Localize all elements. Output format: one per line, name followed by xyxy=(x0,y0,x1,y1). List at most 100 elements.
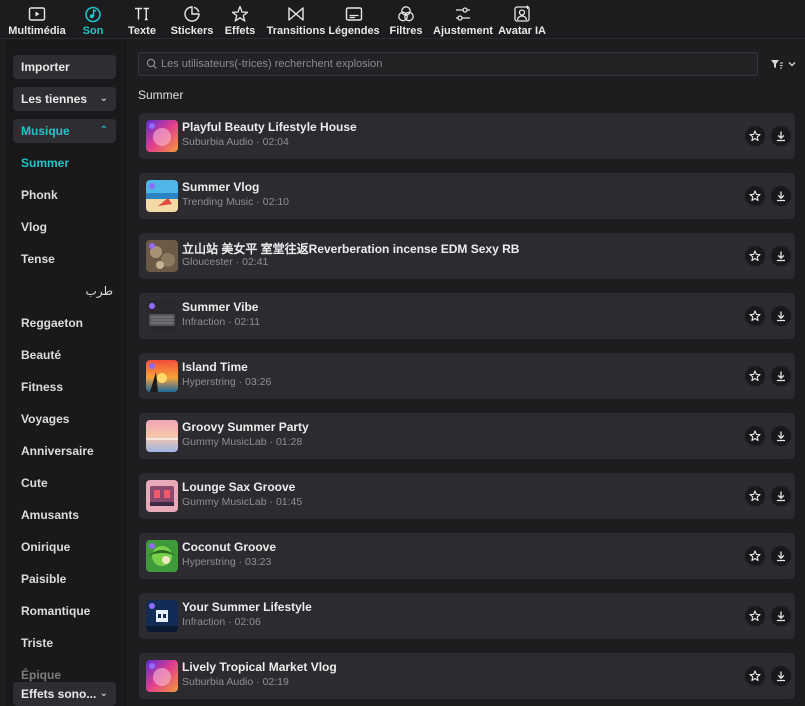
sidebar-item-vlog[interactable]: Vlog xyxy=(21,217,117,237)
favorite-button[interactable] xyxy=(745,246,765,266)
tab-avatar-ia[interactable]: Avatar IA xyxy=(498,0,546,38)
tab-label: Avatar IA xyxy=(498,25,546,37)
star-icon xyxy=(749,610,761,622)
filter-icon xyxy=(771,60,783,69)
track-artist: Suburbia Audio xyxy=(182,136,254,148)
meta-separator: · xyxy=(266,436,276,448)
track-cover xyxy=(146,660,178,692)
favorite-button[interactable] xyxy=(745,186,765,206)
import-button-label: Importer xyxy=(21,60,70,74)
tab-texte[interactable]: Texte xyxy=(126,0,158,38)
track-title: Summer Vlog xyxy=(182,180,260,194)
category-sidebar: Importer Les tiennes ⌄ Musique ⌃ Summer Ph… xyxy=(5,40,125,706)
track-row[interactable]: Lively Tropical Market Vlog Suburbia Aud… xyxy=(139,653,795,699)
favorite-button[interactable] xyxy=(745,666,765,686)
favorite-button[interactable] xyxy=(745,366,765,386)
track-title: Lounge Sax Groove xyxy=(182,480,296,494)
download-icon xyxy=(777,671,785,682)
meta-separator: · xyxy=(232,256,243,268)
sidebar-item-summer[interactable]: Summer xyxy=(21,153,117,173)
download-button[interactable] xyxy=(771,306,791,326)
tab-multimedia[interactable]: Multimédia xyxy=(8,0,66,38)
search-input[interactable] xyxy=(161,53,751,75)
track-row[interactable]: Groovy Summer Party Gummy MusicLab · 01:… xyxy=(139,413,795,459)
sidebar-item-romantique[interactable]: Romantique xyxy=(21,601,117,621)
download-icon xyxy=(777,371,785,382)
download-button[interactable] xyxy=(771,126,791,146)
sliders-icon xyxy=(456,7,470,21)
track-cover xyxy=(146,420,178,452)
filter-circles-icon xyxy=(398,6,414,22)
sidebar-item-fitness[interactable]: Fitness xyxy=(21,377,117,397)
tab-effets[interactable]: Effets xyxy=(224,0,256,38)
search-box[interactable] xyxy=(138,52,758,76)
download-button[interactable] xyxy=(771,606,791,626)
star-icon xyxy=(749,670,761,682)
sound-effects-dropdown[interactable]: Effets sono... ⌄ xyxy=(13,682,116,706)
star-icon xyxy=(749,550,761,562)
track-row[interactable]: Island Time Hyperstring · 03:26 xyxy=(139,353,795,399)
sidebar-item-cute[interactable]: Cute xyxy=(21,473,117,493)
download-button[interactable] xyxy=(771,666,791,686)
sidebar-item-phonk[interactable]: Phonk xyxy=(21,185,117,205)
favorite-button[interactable] xyxy=(745,426,765,446)
track-meta: Hyperstring · 03:23 xyxy=(182,556,271,568)
favorite-button[interactable] xyxy=(745,606,765,626)
tab-ajustement[interactable]: Ajustement xyxy=(433,0,493,38)
track-title: Coconut Groove xyxy=(182,540,277,554)
sidebar-item-beaute[interactable]: Beauté xyxy=(21,345,117,365)
download-button[interactable] xyxy=(771,426,791,446)
sidebar-item-amusants[interactable]: Amusants xyxy=(21,505,117,525)
sidebar-item-triste[interactable]: Triste xyxy=(21,633,117,653)
tab-transitions[interactable]: Transitions xyxy=(267,0,325,38)
sidebar-item-onirique[interactable]: Onirique xyxy=(21,537,117,557)
tab-filtres[interactable]: Filtres xyxy=(390,0,423,38)
import-button[interactable]: Importer xyxy=(13,55,116,79)
tab-legendes[interactable]: Légendes xyxy=(328,0,380,38)
sidebar-item-tense[interactable]: Tense xyxy=(21,249,117,269)
download-button[interactable] xyxy=(771,246,791,266)
sparkle-star-icon xyxy=(231,5,249,22)
yours-dropdown[interactable]: Les tiennes ⌄ xyxy=(13,87,116,111)
meta-separator: · xyxy=(266,496,276,508)
sidebar-item-tarab[interactable]: طرب xyxy=(21,281,117,301)
track-artist: Gummy MusicLab xyxy=(182,436,267,448)
sidebar-item-paisible[interactable]: Paisible xyxy=(21,569,117,589)
track-artist: Infraction xyxy=(182,616,226,628)
download-button[interactable] xyxy=(771,186,791,206)
sidebar-item-voyages[interactable]: Voyages xyxy=(21,409,117,429)
download-button[interactable] xyxy=(771,546,791,566)
track-row[interactable]: Your Summer Lifestyle Infraction · 02:06 xyxy=(139,593,795,639)
tab-stickers[interactable]: Stickers xyxy=(171,0,213,38)
track-cover xyxy=(146,600,178,632)
chevron-down-icon xyxy=(788,62,796,67)
track-meta: Gummy MusicLab · 01:45 xyxy=(182,496,302,508)
favorite-button[interactable] xyxy=(745,486,765,506)
filter-sort-button[interactable] xyxy=(770,54,798,74)
track-row[interactable]: Summer Vibe Infraction · 02:11 xyxy=(139,293,795,339)
track-duration: 02:41 xyxy=(242,256,269,268)
meta-separator: · xyxy=(235,376,246,388)
track-row[interactable]: Summer Vlog Trending Music · 02:10 xyxy=(139,173,795,219)
favorite-button[interactable] xyxy=(745,306,765,326)
track-row[interactable]: Playful Beauty Lifestyle House Suburbia … xyxy=(139,113,795,159)
download-button[interactable] xyxy=(771,366,791,386)
download-icon xyxy=(777,251,785,262)
sidebar-item-anniversaire[interactable]: Anniversaire xyxy=(21,441,117,461)
sidebar-item-reggaeton[interactable]: Reggaeton xyxy=(21,313,117,333)
favorite-button[interactable] xyxy=(745,126,765,146)
download-button[interactable] xyxy=(771,486,791,506)
top-toolbar: Multimédia Son Texte Stickers Effets Tra… xyxy=(0,0,805,38)
tab-son[interactable]: Son xyxy=(78,0,108,38)
favorite-button[interactable] xyxy=(745,546,765,566)
track-duration: 03:26 xyxy=(245,376,272,388)
track-row[interactable]: Coconut Groove Hyperstring · 03:23 xyxy=(139,533,795,579)
meta-separator: · xyxy=(253,196,263,208)
music-dropdown[interactable]: Musique ⌃ xyxy=(13,119,116,143)
yours-dropdown-label: Les tiennes xyxy=(21,92,88,106)
text-icon xyxy=(135,7,149,21)
track-title: Lively Tropical Market Vlog xyxy=(182,660,337,674)
track-row[interactable]: 立山站 美女平 室堂往返Reverberation incense EDM Se… xyxy=(139,233,795,279)
track-title: Your Summer Lifestyle xyxy=(182,600,312,614)
track-row[interactable]: Lounge Sax Groove Gummy MusicLab · 01:45 xyxy=(139,473,795,519)
